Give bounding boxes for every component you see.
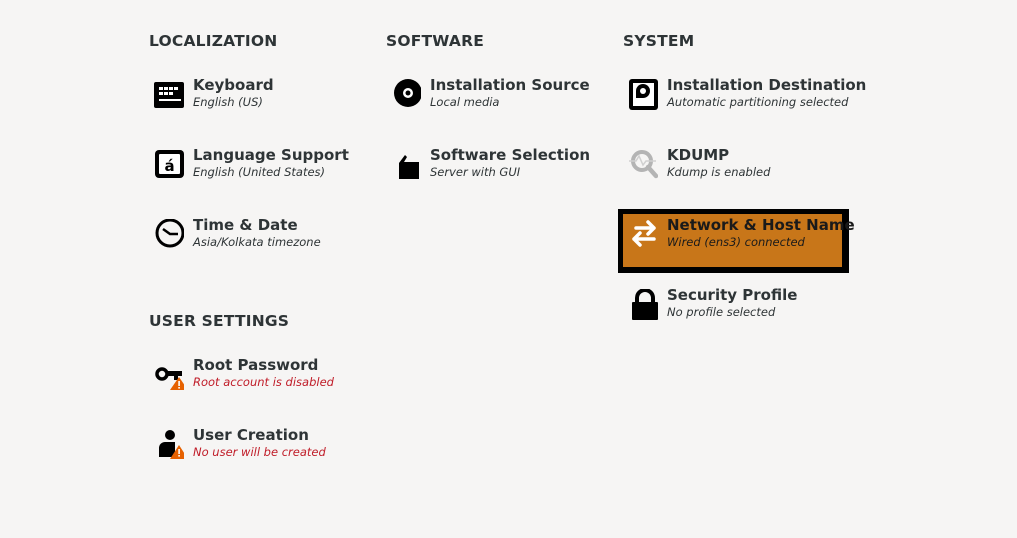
spoke-title: KDUMP <box>667 146 730 164</box>
spoke-title: Language Support <box>193 146 349 164</box>
spoke-title: Network & Host Name <box>667 216 855 234</box>
spoke-status: No profile selected <box>667 305 776 319</box>
network-arrows-icon <box>626 219 658 251</box>
spoke-language-support[interactable]: á Language Support English (United State… <box>149 146 374 197</box>
spoke-status: Asia/Kolkata timezone <box>193 235 321 249</box>
key-icon <box>152 359 184 391</box>
spoke-status: English (United States) <box>193 165 326 179</box>
spoke-status: Local media <box>430 95 500 109</box>
spoke-root-password[interactable]: Root Password Root account is disabled <box>149 356 374 407</box>
svg-text:á: á <box>164 157 174 175</box>
spoke-status: Server with GUI <box>430 165 521 179</box>
spoke-software-selection[interactable]: Software Selection Server with GUI <box>386 146 611 197</box>
lock-icon <box>626 289 658 321</box>
spoke-status: Kdump is enabled <box>667 165 771 179</box>
spoke-kdump[interactable]: KDUMP Kdump is enabled <box>623 146 848 197</box>
spoke-title: Installation Destination <box>667 76 867 94</box>
spoke-installation-destination[interactable]: Installation Destination Automatic parti… <box>623 76 866 127</box>
spoke-status: Wired (ens3) connected <box>667 235 805 249</box>
spoke-title: Keyboard <box>193 76 274 94</box>
section-title-localization: LOCALIZATION <box>149 32 278 50</box>
keyboard-icon <box>152 79 184 111</box>
spoke-keyboard[interactable]: Keyboard English (US) <box>149 76 374 127</box>
spoke-title: Root Password <box>193 356 319 374</box>
spoke-title: Installation Source <box>430 76 590 94</box>
spoke-title: User Creation <box>193 426 309 444</box>
package-icon <box>389 149 421 181</box>
kdump-magnifier-icon <box>626 149 658 181</box>
spoke-title: Security Profile <box>667 286 798 304</box>
spoke-title: Time & Date <box>193 216 298 234</box>
disc-icon <box>389 79 421 111</box>
spoke-title: Software Selection <box>430 146 591 164</box>
section-title-software: SOFTWARE <box>386 32 485 50</box>
clock-icon <box>152 219 184 251</box>
spoke-time-date[interactable]: Time & Date Asia/Kolkata timezone <box>149 216 374 267</box>
spoke-status: English (US) <box>193 95 263 109</box>
spoke-installation-source[interactable]: Installation Source Local media <box>386 76 611 127</box>
disk-icon <box>626 79 658 111</box>
spoke-status: Automatic partitioning selected <box>667 95 849 109</box>
spoke-status-warning: Root account is disabled <box>193 375 334 389</box>
section-title-user-settings: USER SETTINGS <box>149 312 290 330</box>
spoke-status-warning: No user will be created <box>193 445 326 459</box>
language-icon: á <box>152 149 184 181</box>
spoke-network-host-name[interactable]: Network & Host Name Wired (ens3) connect… <box>623 216 855 267</box>
section-title-system: SYSTEM <box>623 32 695 50</box>
spoke-user-creation[interactable]: User Creation No user will be created <box>149 426 374 477</box>
spoke-security-profile[interactable]: Security Profile No profile selected <box>623 286 848 337</box>
user-icon <box>152 429 184 461</box>
